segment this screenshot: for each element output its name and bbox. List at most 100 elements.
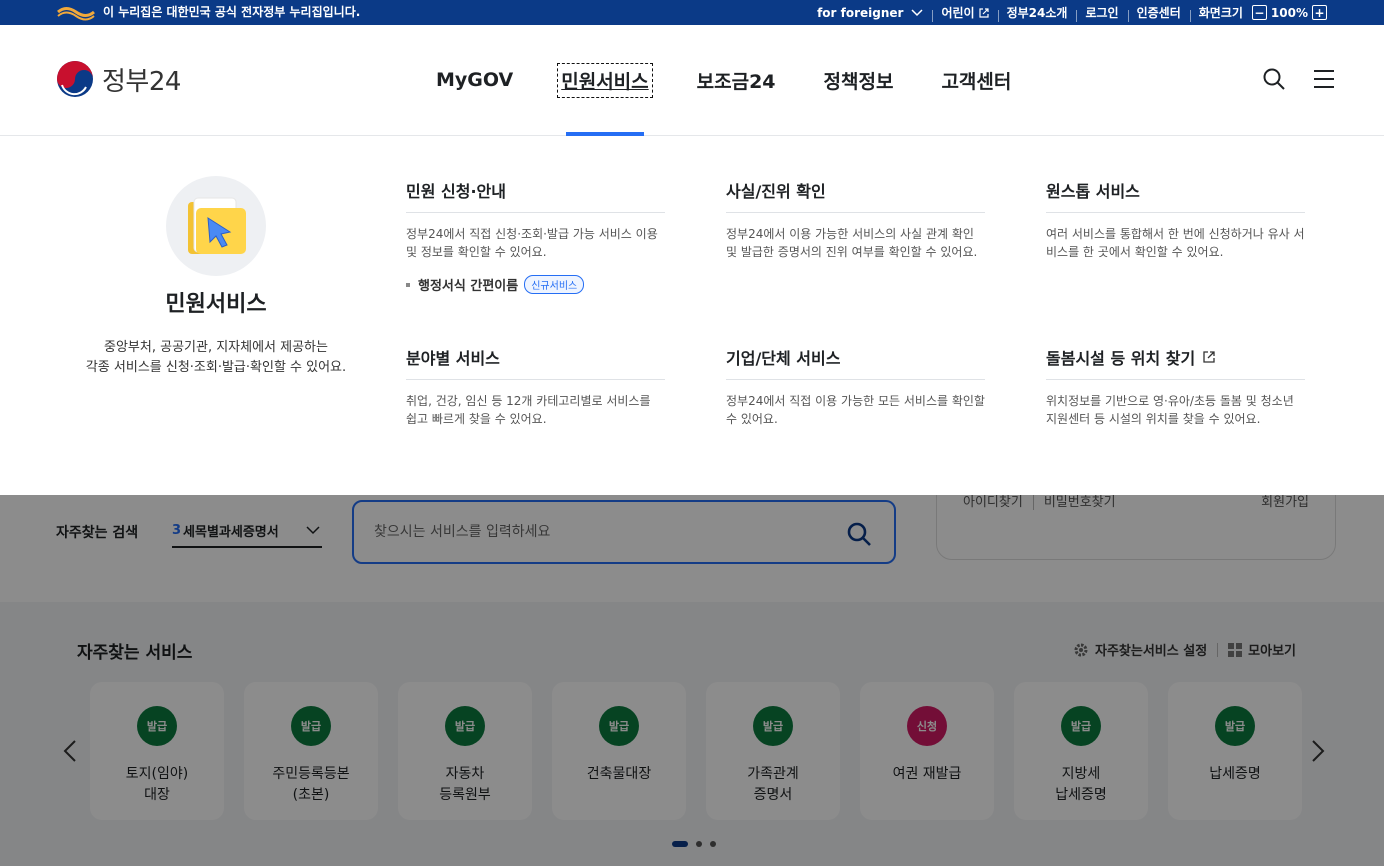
carousel-pagination	[672, 841, 716, 847]
nav-policy-info[interactable]: 정책정보	[800, 25, 918, 135]
section-title: 자주찾는 서비스	[77, 643, 193, 663]
nav-civil-service[interactable]: 민원서비스	[537, 25, 672, 136]
nav-label: 고객센터	[941, 70, 1012, 93]
service-card[interactable]: 발급 납세증명	[1168, 682, 1302, 820]
mega-intro: 민원서비스 중앙부처, 공공기관, 지자체에서 제공하는 각종 서비스를 신청·…	[60, 176, 372, 378]
grid-icon	[1228, 642, 1243, 657]
search-icon[interactable]	[846, 521, 872, 547]
service-card[interactable]: 발급자동차 등록원부	[398, 682, 532, 820]
zoom-in-button[interactable]: +	[1312, 5, 1327, 20]
pagination-dot[interactable]	[710, 841, 716, 847]
favorite-settings-button[interactable]: 자주찾는서비스 설정	[1073, 640, 1207, 659]
nav-customer-center[interactable]: 고객센터	[917, 25, 1035, 135]
menu-group-category: 분야별 서비스 취업, 건강, 임신 등 12개 카테고리별로 서비스를 쉽고 …	[406, 345, 665, 428]
badge: 발급	[137, 706, 177, 746]
group-title-text: 사실/진위 확인	[726, 182, 826, 201]
menu-group-civil-apply: 민원 신청·안내 정부24에서 직접 신청·조회·발급 가능 서비스 이용 및 …	[406, 178, 665, 294]
menu-icon[interactable]	[1312, 67, 1336, 91]
pagination-dot[interactable]	[696, 841, 702, 847]
card-name: 토지(임야) 대장	[125, 766, 189, 803]
menu-group-title[interactable]: 원스톱 서비스	[1046, 178, 1305, 213]
service-card[interactable]: 발급토지(임야) 대장	[90, 682, 224, 820]
settings-label: 자주찾는서비스 설정	[1094, 644, 1208, 659]
logo-text: 정부24	[102, 66, 181, 97]
menu-group-onestop: 원스톱 서비스 여러 서비스를 통합해서 한 번에 신청하거나 유사 서비스를 …	[1046, 178, 1305, 261]
card-name: 자동차 등록원부	[439, 766, 491, 803]
service-card[interactable]: 발급 건축물대장	[552, 682, 686, 820]
view-all-button[interactable]: 모아보기	[1228, 640, 1296, 659]
card-name: 여권 재발급	[892, 766, 962, 782]
chevron-down-icon	[306, 526, 320, 535]
carousel-next-icon[interactable]	[1306, 740, 1328, 762]
nav-label: 정책정보	[823, 70, 894, 93]
zoom-level: 100%	[1270, 5, 1308, 20]
badge: 발급	[599, 706, 639, 746]
badge: 발급	[291, 706, 331, 746]
frequent-services-section: 자주찾는 서비스 자주찾는서비스 설정 모아보기 발급토지(임야) 대장 발급주…	[0, 602, 1384, 866]
gov-symbol-icon	[57, 7, 95, 21]
card-name: 가족관계 증명서	[747, 766, 799, 803]
section-tools: 자주찾는서비스 설정 모아보기	[1073, 640, 1296, 659]
zoom-out-button[interactable]: −	[1251, 5, 1267, 20]
main-nav: MyGOV 민원서비스 보조금24 정책정보 고객센터	[412, 25, 1035, 136]
folder-illustration	[166, 176, 266, 276]
header: 정부24 MyGOV 민원서비스 보조금24 정책정보 고객센터	[0, 25, 1384, 136]
select-value: 세목별과세증명서	[183, 524, 279, 540]
card-name: 지방세 납세증명	[1055, 766, 1107, 803]
service-card[interactable]: 발급가족관계 증명서	[706, 682, 840, 820]
menu-group-desc: 위치정보를 기반으로 영·유아/초등 돌봄 및 청소년 지원센터 등 시설의 위…	[1046, 394, 1294, 426]
service-card[interactable]: 신청여권 재발급	[860, 682, 994, 820]
menu-group-title[interactable]: 민원 신청·안내	[406, 178, 665, 213]
foreigner-link[interactable]: for foreigner	[808, 6, 932, 20]
badge: 발급	[445, 706, 485, 746]
site-logo[interactable]: 정부24	[56, 60, 181, 98]
badge: 발급	[753, 706, 793, 746]
menu-group-verify: 사실/진위 확인 정부24에서 이용 가능한 서비스의 사실 관계 확인 및 발…	[726, 178, 985, 261]
search-icon[interactable]	[1262, 67, 1286, 91]
frequent-search-select[interactable]: 3 세목별과세증명서	[172, 514, 322, 548]
service-search-input[interactable]	[374, 520, 814, 544]
utility-links: for foreigner 어린이 정부24소개 로그인 인증센터 화면크기 −…	[808, 0, 1336, 25]
intro-link[interactable]: 정부24소개	[997, 4, 1077, 22]
chevron-down-icon	[911, 8, 923, 16]
nav-subsidy24[interactable]: 보조금24	[673, 25, 800, 135]
badge: 신청	[907, 706, 947, 746]
menu-group-business: 기업/단체 서비스 정부24에서 직접 이용 가능한 모든 서비스를 확인할 수…	[726, 345, 985, 428]
service-card[interactable]: 발급 지방세 납세증명	[1014, 682, 1148, 820]
gov-notice: 이 누리집은 대한민국 공식 전자정부 누리집입니다.	[103, 5, 361, 19]
sublink-label: 행정서식 간편이름	[418, 279, 519, 294]
foreigner-label: for foreigner	[817, 5, 904, 20]
mega-description: 중앙부처, 공공기관, 지자체에서 제공하는 각종 서비스를 신청·조회·발급·…	[85, 340, 347, 375]
menu-group-care-locator: 돌봄시설 등 위치 찾기 위치정보를 기반으로 영·유아/초등 돌봄 및 청소년…	[1046, 345, 1305, 428]
menu-group-title[interactable]: 돌봄시설 등 위치 찾기	[1046, 345, 1305, 380]
menu-group-desc: 정부24에서 직접 이용 가능한 모든 서비스를 확인할 수 있어요.	[726, 394, 985, 426]
nav-mygov[interactable]: MyGOV	[412, 25, 537, 135]
zoom-control: − 100% +	[1243, 5, 1327, 20]
group-title-text: 분야별 서비스	[406, 349, 500, 368]
screen-size-label: 화면크기 − 100% +	[1189, 4, 1336, 22]
select-rank: 3	[172, 522, 182, 538]
carousel-prev-icon[interactable]	[60, 740, 82, 762]
kids-link[interactable]: 어린이	[932, 4, 997, 22]
menu-sublink-forms[interactable]: 행정서식 간편이름 신규서비스	[406, 275, 665, 294]
group-title-text: 돌봄시설 등 위치 찾기	[1046, 349, 1196, 368]
view-all-label: 모아보기	[1248, 644, 1296, 659]
new-service-badge: 신규서비스	[524, 275, 585, 294]
service-card[interactable]: 발급주민등록등본 (초본)	[244, 682, 378, 820]
menu-group-desc: 여러 서비스를 통합해서 한 번에 신청하거나 유사 서비스를 한 곳에서 확인…	[1046, 227, 1305, 259]
divider	[1217, 642, 1219, 657]
taegeuk-logo-icon	[57, 61, 93, 97]
menu-group-title[interactable]: 사실/진위 확인	[726, 178, 985, 213]
service-cards: 발급토지(임야) 대장 발급주민등록등본 (초본) 발급자동차 등록원부 발급 건…	[90, 682, 1302, 820]
login-link[interactable]: 로그인	[1076, 4, 1127, 22]
menu-group-desc: 정부24에서 직접 신청·조회·발급 가능 서비스 이용 및 정보를 확인할 수…	[406, 227, 658, 259]
cert-center-link[interactable]: 인증센터	[1127, 4, 1190, 22]
pagination-dot-active[interactable]	[672, 841, 688, 847]
bullet	[406, 282, 410, 287]
gear-icon	[1074, 643, 1088, 656]
external-link-icon	[978, 7, 989, 18]
card-name: 주민등록등본 (초본)	[272, 766, 350, 803]
external-link-icon	[1203, 351, 1215, 363]
menu-group-title[interactable]: 기업/단체 서비스	[726, 345, 985, 380]
menu-group-title[interactable]: 분야별 서비스	[406, 345, 665, 380]
